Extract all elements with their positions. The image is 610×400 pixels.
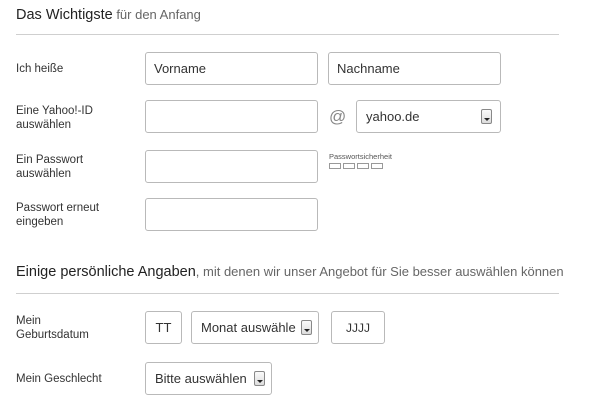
password-strength-segment [329,163,341,169]
password-strength-segment [343,163,355,169]
section-title-basics-sub: für den Anfang [112,7,201,22]
section-title-basics-strong: Das Wichtigste [16,7,113,23]
birth-year-placeholder: JJJJ [346,320,370,335]
password-confirm-label-line1: Passwort erneut [16,202,100,214]
chevron-down-icon [481,109,492,124]
domain-select[interactable]: yahoo.de [356,100,501,133]
at-symbol: @ [329,107,347,126]
domain-select-value: yahoo.de [366,109,420,124]
birth-month-select[interactable]: Monat auswähle [191,311,319,344]
gender-value: Bitte auswählen [155,371,247,386]
password-confirm-label-line2: eingeben [16,216,64,228]
section-title-personal-strong: Einige persönliche Angaben [16,264,196,280]
password-strength-segment [357,163,369,169]
birthday-label-line1: Mein [16,315,41,327]
yahoo-id-label: Eine Yahoo!-ID auswählen [16,104,93,132]
section-title-personal-sub: , mit denen wir unser Angebot für Sie be… [195,264,564,279]
chevron-down-icon [254,371,265,386]
firstname-input[interactable]: Vorname [145,52,318,85]
birth-year-input[interactable]: JJJJ [331,311,385,344]
password-confirm-label: Passwort erneut eingeben [16,201,99,229]
birthday-label: Mein Geburtsdatum [16,314,89,342]
yahoo-id-label-line2: auswählen [16,119,71,131]
password-confirm-input[interactable] [145,198,318,231]
divider-personal [16,293,559,294]
divider-basics [16,34,559,35]
name-label: Ich heiße [16,63,64,75]
password-strength-segment [371,163,383,169]
section-title-basics: Das Wichtigste für den Anfang [16,7,201,23]
password-label-line2: auswählen [16,168,71,180]
birth-month-value: Monat auswähle [201,320,296,335]
yahoo-id-input[interactable] [145,100,318,133]
gender-select[interactable]: Bitte auswählen [145,362,272,395]
gender-label: Mein Geschlecht [16,373,102,385]
lastname-placeholder: Nachname [337,61,400,76]
birth-day-placeholder: TT [155,320,172,335]
lastname-input[interactable]: Nachname [328,52,501,85]
yahoo-id-label-line1: Eine Yahoo!-ID [16,105,93,117]
section-title-personal: Einige persönliche Angaben, mit denen wi… [16,264,564,280]
password-strength-label: Passwortsicherheit [329,152,392,161]
password-label: Ein Passwort auswählen [16,153,83,181]
birth-day-input[interactable]: TT [145,311,182,344]
password-input[interactable] [145,150,318,183]
birthday-label-line2: Geburtsdatum [16,329,89,341]
chevron-down-icon [301,320,312,335]
firstname-placeholder: Vorname [154,61,207,76]
password-label-line1: Ein Passwort [16,154,84,166]
